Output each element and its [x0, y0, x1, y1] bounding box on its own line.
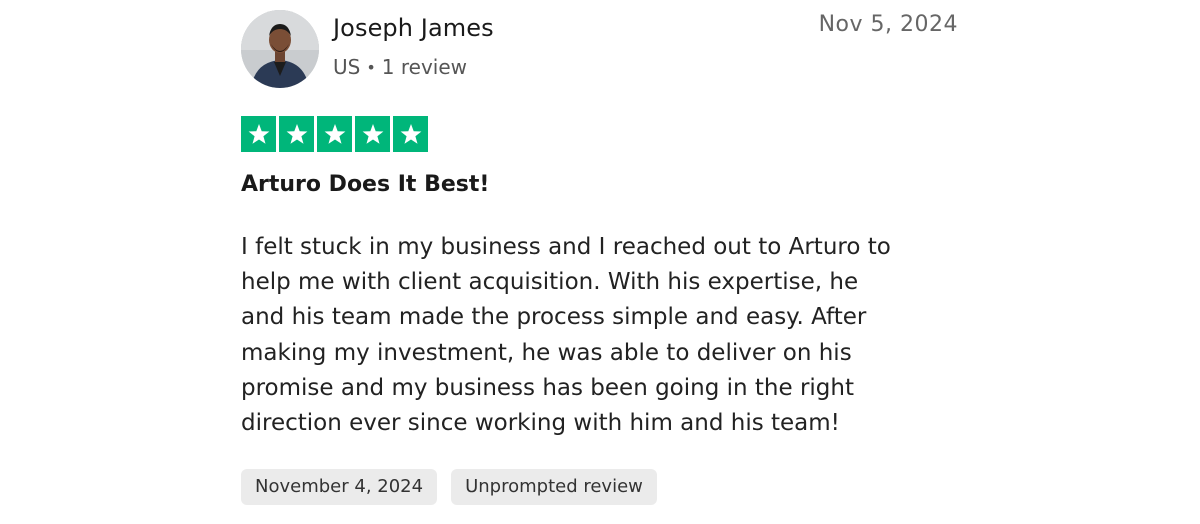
unprompted-review-tag[interactable]: Unprompted review — [451, 469, 657, 505]
star-icon — [393, 116, 428, 152]
meta-separator: • — [366, 57, 376, 77]
star-icon — [317, 116, 352, 152]
experience-date-tag: November 4, 2024 — [241, 469, 438, 505]
person-photo-icon — [241, 10, 319, 88]
star-icon — [279, 116, 314, 152]
reviewer-avatar[interactable] — [241, 10, 319, 88]
reviewer-country: US — [333, 55, 361, 79]
review-date: Nov 5, 2024 — [818, 12, 958, 37]
star-rating — [241, 116, 428, 152]
reviewer-review-count: 1 review — [381, 55, 468, 79]
star-icon — [355, 116, 390, 152]
reviewer-name[interactable]: Joseph James — [333, 14, 494, 42]
review-card: Joseph James US • 1 review Nov 5, 2024 A… — [0, 0, 1200, 524]
star-icon — [241, 116, 276, 152]
review-tags: November 4, 2024 Unprompted review — [241, 469, 657, 505]
reviewer-meta: US • 1 review — [333, 55, 467, 79]
review-title[interactable]: Arturo Does It Best! — [241, 172, 489, 197]
review-body: I felt stuck in my business and I reache… — [241, 234, 891, 437]
